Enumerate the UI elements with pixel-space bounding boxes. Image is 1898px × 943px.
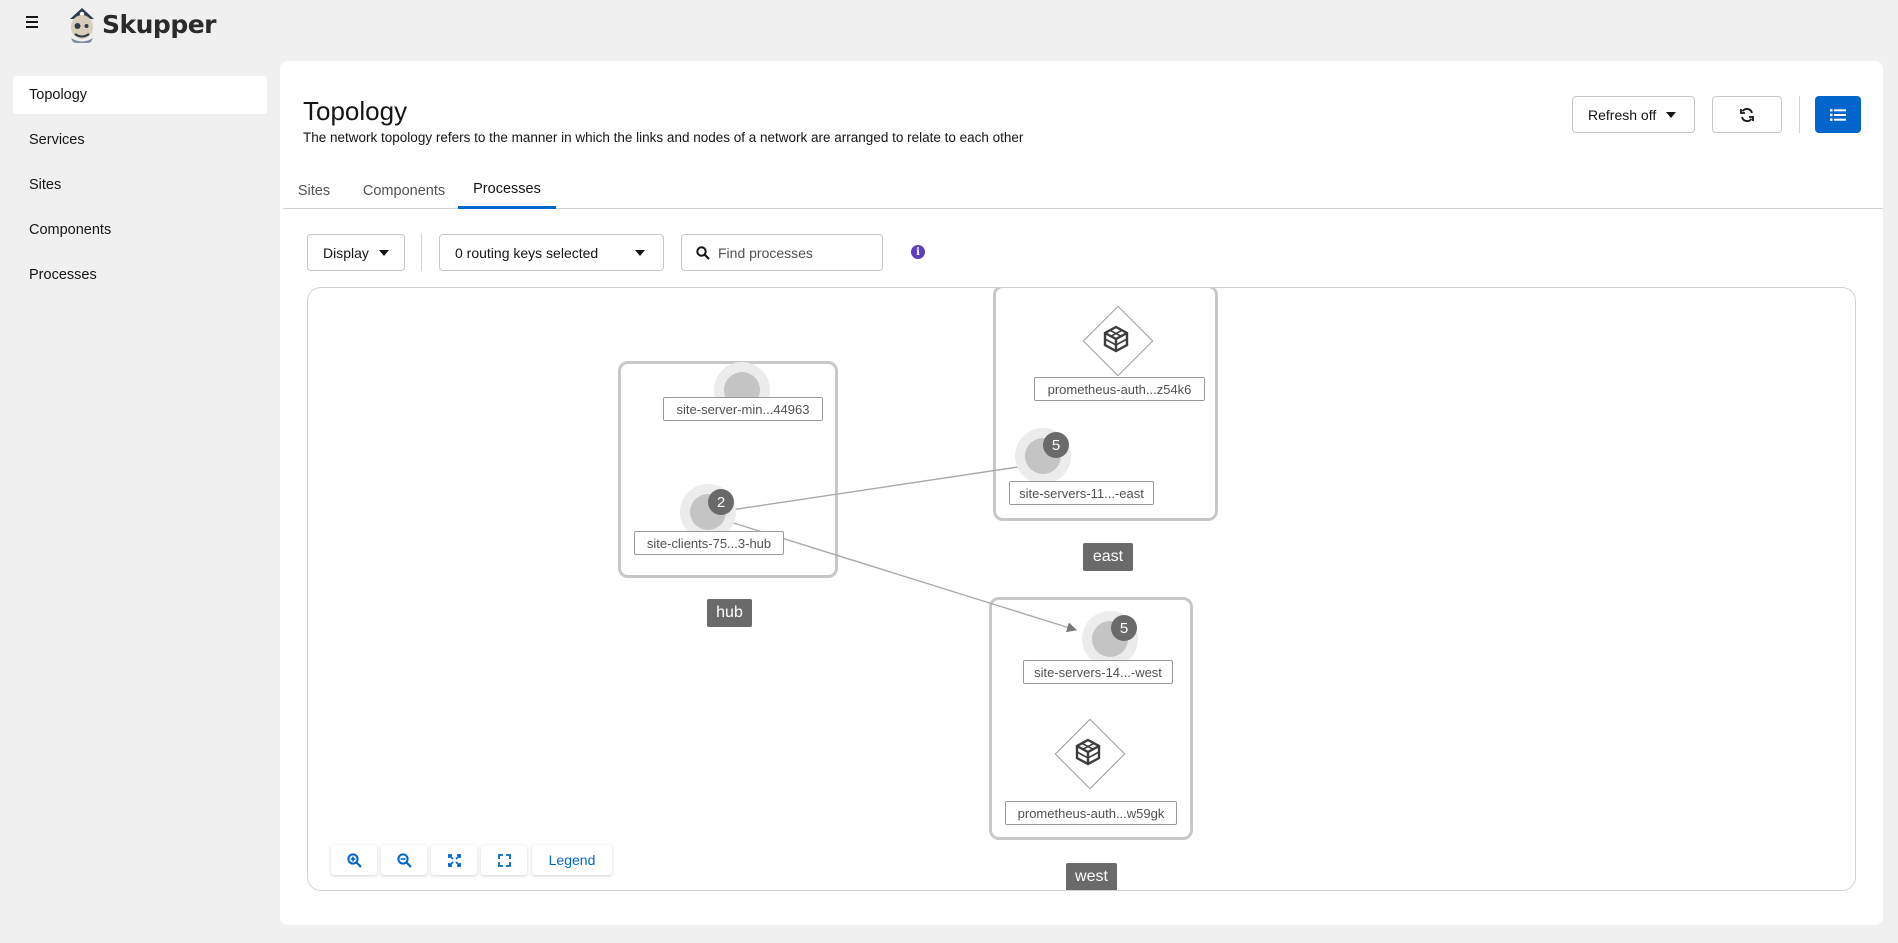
- skupper-logo-icon: [70, 8, 94, 43]
- process-search[interactable]: [681, 234, 883, 271]
- refresh-button[interactable]: [1712, 96, 1782, 133]
- info-icon[interactable]: i: [911, 245, 925, 259]
- process-node-label: site-servers-11...-east: [1009, 481, 1154, 505]
- display-label: Display: [323, 244, 369, 261]
- expand-button[interactable]: [481, 845, 527, 875]
- caret-down-icon: [378, 249, 389, 256]
- zoom-in-button[interactable]: [331, 845, 377, 875]
- toolbar-divider: [1799, 96, 1800, 133]
- refresh-label: Refresh off: [1588, 106, 1657, 123]
- site-label-east[interactable]: east: [1083, 543, 1133, 571]
- search-icon: [696, 245, 710, 260]
- fit-to-screen-icon: [447, 853, 461, 867]
- process-node-label: site-servers-14...-west: [1023, 660, 1173, 684]
- tab-sites[interactable]: Sites: [283, 172, 345, 209]
- process-node-label: site-server-min...44963: [663, 397, 823, 421]
- sidebar-item-services[interactable]: Services: [13, 121, 267, 159]
- display-options-dropdown[interactable]: Display: [307, 234, 405, 271]
- process-count-badge: 5: [1043, 432, 1069, 458]
- component-node-label: prometheus-auth...w59gk: [1005, 801, 1177, 825]
- sidebar-item-topology[interactable]: Topology: [13, 76, 267, 114]
- masthead: Skupper: [0, 0, 1898, 50]
- zoom-out-icon: [396, 852, 412, 868]
- app-name: Skupper: [102, 9, 217, 39]
- sidebar-item-sites[interactable]: Sites: [13, 166, 267, 204]
- component-node-label: prometheus-auth...z54k6: [1034, 377, 1205, 401]
- sidebar-item-components[interactable]: Components: [13, 211, 267, 249]
- legend-button[interactable]: Legend: [532, 845, 612, 875]
- tab-components[interactable]: Components: [353, 172, 455, 209]
- caret-down-icon: [635, 250, 645, 256]
- search-input[interactable]: [718, 244, 868, 261]
- menu-toggle-icon[interactable]: [24, 16, 40, 32]
- routing-keys-label: 0 routing keys selected: [455, 244, 599, 261]
- process-count-badge: 2: [708, 489, 734, 515]
- zoom-in-icon: [346, 852, 362, 868]
- page-description: The network topology refers to the manne…: [303, 130, 1024, 145]
- fit-to-screen-button[interactable]: [431, 845, 477, 875]
- zoom-out-button[interactable]: [381, 845, 427, 875]
- sidebar-item-processes[interactable]: Processes: [13, 256, 267, 294]
- list-view-button[interactable]: [1815, 96, 1861, 133]
- page-title: Topology: [303, 96, 408, 126]
- view-tabs: Sites Components Processes: [283, 172, 1883, 209]
- refresh-interval-dropdown[interactable]: Refresh off: [1572, 96, 1695, 133]
- expand-icon: [497, 853, 511, 867]
- process-node-label: site-clients-75...3-hub: [634, 531, 784, 555]
- topology-graph[interactable]: site-server-min...44963 2 site-clients-7…: [307, 287, 1856, 891]
- sync-icon: [1740, 107, 1754, 122]
- caret-down-icon: [1666, 111, 1677, 118]
- tab-processes[interactable]: Processes: [458, 172, 556, 209]
- cube-icon: [1101, 324, 1135, 358]
- site-label-west[interactable]: west: [1066, 863, 1117, 890]
- process-count-badge: 5: [1111, 615, 1137, 641]
- link-hub-to-east[interactable]: [723, 457, 1059, 512]
- site-label-hub[interactable]: hub: [707, 599, 752, 627]
- toolbar-divider: [421, 234, 422, 271]
- cube-icon: [1073, 737, 1107, 771]
- app-logo[interactable]: Skupper: [64, 5, 217, 43]
- list-icon: [1830, 108, 1846, 121]
- routing-keys-select[interactable]: 0 routing keys selected: [439, 234, 664, 271]
